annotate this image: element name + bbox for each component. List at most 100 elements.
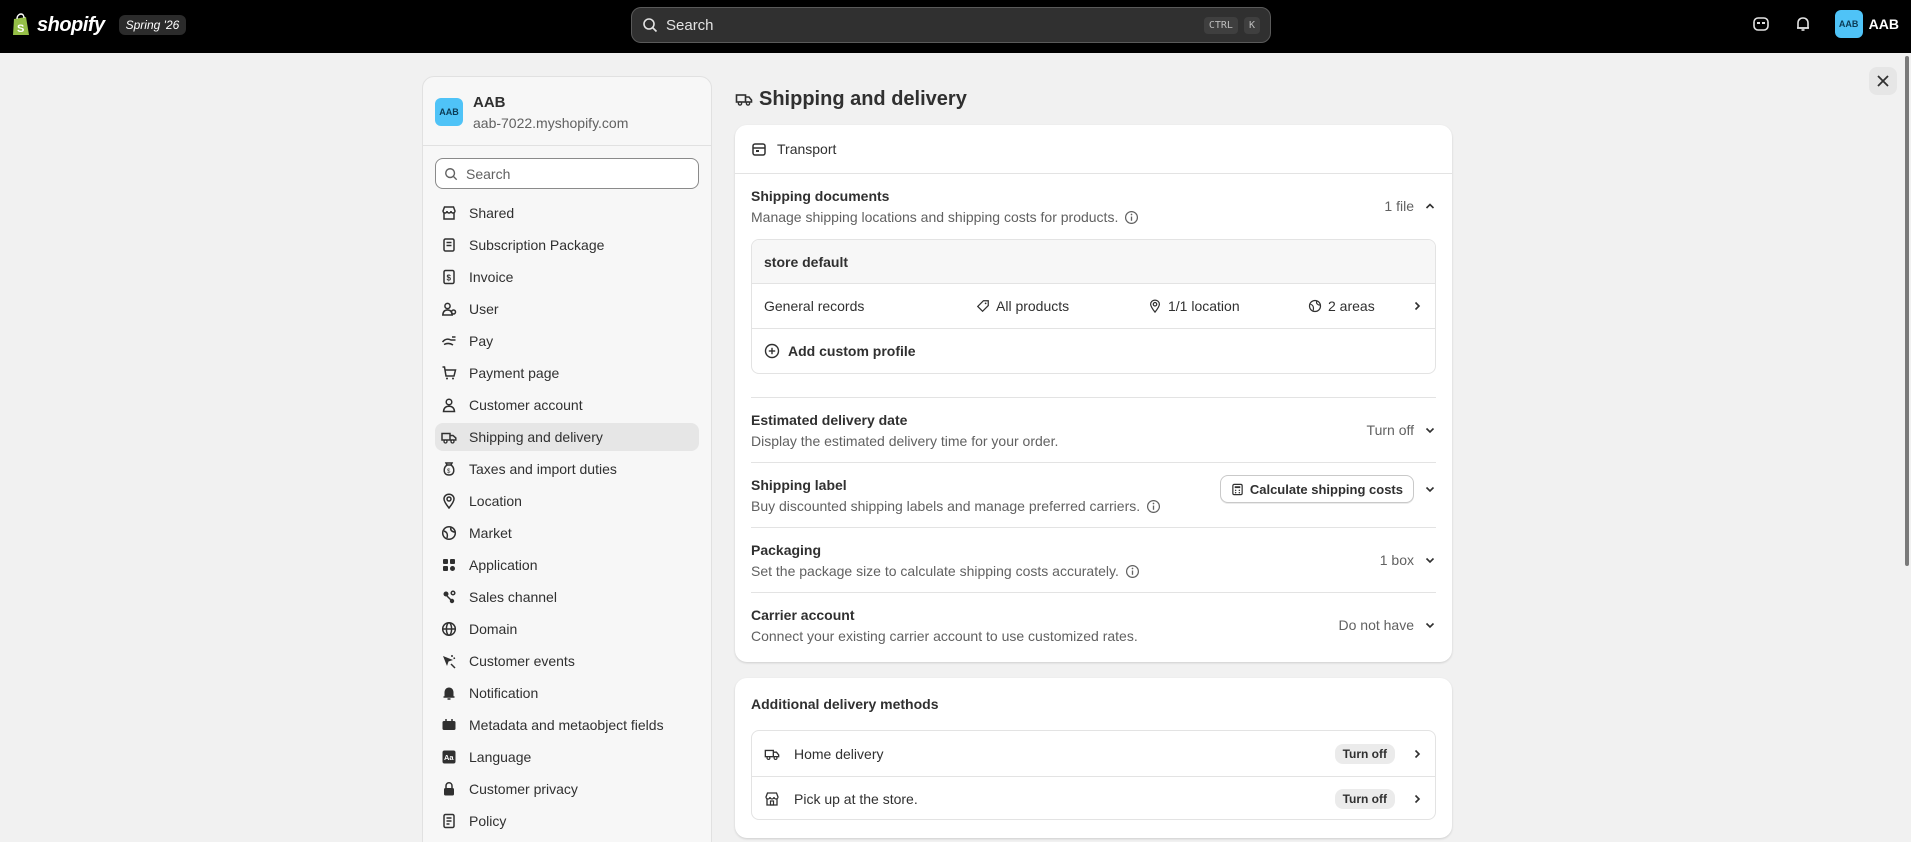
chevron-up-icon [1425, 203, 1435, 209]
sidebar-item-label: Language [469, 749, 532, 765]
packaging-section[interactable]: Packaging Set the package size to calcul… [751, 542, 1436, 579]
chevron-down-icon [1425, 557, 1435, 564]
sidebar-item-policy[interactable]: Policy [435, 807, 699, 835]
shipping-documents-desc-row: Manage shipping locations and shipping c… [751, 209, 1436, 225]
store-domain: aab-7022.myshopify.com [473, 114, 629, 131]
info-icon[interactable] [1124, 210, 1139, 225]
shipping-label-actions: Calculate shipping costs [1219, 475, 1436, 503]
status-badge: Turn off [1334, 743, 1395, 764]
products-cell: All products [976, 298, 1148, 314]
sidebar-item-subscription-package[interactable]: Subscription Package [435, 231, 699, 259]
calculator-icon [1232, 483, 1243, 495]
user-label: AAB [1868, 16, 1899, 32]
store-pickup-right: Turn off [1334, 789, 1423, 809]
edition-badge[interactable]: Spring '26 [118, 15, 187, 35]
close-button[interactable] [1869, 67, 1897, 95]
user-menu[interactable]: AAB AAB [1834, 10, 1899, 38]
bell-icon [441, 685, 457, 701]
chevron-right-icon [1414, 301, 1421, 311]
location-icon [1150, 299, 1160, 313]
sidebar-item-domain[interactable]: Domain [435, 615, 699, 643]
globe-icon [441, 525, 457, 541]
sidebar-item-label: Customer privacy [469, 781, 578, 797]
logo-text: shopify [37, 13, 105, 36]
sidebar-item-language[interactable]: Aa Language [435, 743, 699, 771]
carrier-account-toggle[interactable]: Do not have [1339, 617, 1437, 633]
transport-icon [752, 143, 766, 156]
shipping-label-section[interactable]: Shipping label Buy discounted shipping l… [751, 475, 1436, 514]
sidebar-item-label: Shipping and delivery [469, 429, 603, 445]
shipping-documents-title: Shipping documents [751, 188, 890, 204]
sidebar-item-sales-channel[interactable]: Sales channel [435, 583, 699, 611]
estimated-delivery-status: Turn off [1366, 422, 1414, 438]
sidebar-item-user[interactable]: User [435, 295, 699, 323]
sidebar-item-shipping-and-delivery[interactable]: Shipping and delivery [435, 423, 699, 451]
calculate-shipping-costs-button[interactable]: Calculate shipping costs [1219, 475, 1414, 503]
sidebar-item-label: Market [469, 525, 512, 541]
estimated-delivery-section[interactable]: Estimated delivery date Display the esti… [751, 412, 1436, 449]
sidebar-item-label: Customer events [469, 653, 575, 669]
home-delivery-row[interactable]: Home delivery Turn off [752, 731, 1435, 776]
sidebar-item-metadata-and-metaobject-fields[interactable]: Metadata and metaobject fields [435, 711, 699, 739]
shipping-documents-toggle[interactable]: 1 file [1384, 198, 1436, 214]
chevron-down-icon [1425, 427, 1435, 434]
store-header[interactable]: AAB AAB aab-7022.myshopify.com [423, 77, 711, 146]
global-search[interactable]: Search CTRL K [631, 7, 1271, 43]
additional-delivery-card: Additional delivery methods Home deliver… [735, 678, 1452, 838]
add-custom-profile-button[interactable]: Add custom profile [752, 329, 1435, 373]
globe-icon [1308, 299, 1322, 313]
sidekick-icon[interactable] [1751, 14, 1771, 34]
transport-header: Transport [735, 125, 1452, 174]
sidebar-item-label: Policy [469, 813, 507, 829]
language-icon: Aa [441, 749, 457, 765]
chevron-down-icon[interactable] [1424, 483, 1436, 495]
scrollbar-thumb[interactable] [1905, 56, 1909, 566]
sidebar-item-invoice[interactable]: $ Invoice [435, 263, 699, 291]
general-records-row[interactable]: General records All products 1/1 locatio… [752, 284, 1435, 329]
plan-icon [441, 237, 457, 253]
divider [751, 462, 1436, 463]
packaging-toggle[interactable]: 1 box [1380, 552, 1436, 568]
store-pickup-row[interactable]: Pick up at the store. Turn off [752, 776, 1435, 821]
settings-search-input[interactable]: Search [435, 158, 699, 189]
domain-icon [441, 621, 457, 637]
avatar: AAB [1834, 10, 1863, 38]
sidebar-item-payment-page[interactable]: Payment page [435, 359, 699, 387]
estimated-delivery-desc: Display the estimated delivery time for … [751, 433, 1059, 449]
transport-card: Transport Shipping documents Manage ship… [735, 125, 1452, 662]
top-actions: AAB AAB [1751, 10, 1899, 38]
bell-icon[interactable] [1793, 14, 1813, 34]
info-icon[interactable] [1146, 499, 1161, 514]
divider [751, 397, 1436, 398]
sidebar-item-pay[interactable]: Pay [435, 327, 699, 355]
shipping-documents-section[interactable]: Shipping documents Manage shipping locat… [751, 188, 1436, 225]
products-text: All products [996, 298, 1070, 314]
info-icon[interactable] [1125, 564, 1140, 579]
sidebar-item-label: Location [469, 493, 522, 509]
payment-icon [441, 333, 457, 349]
sidebar-item-customer-events[interactable]: Customer events [435, 647, 699, 675]
sidebar-item-application[interactable]: Application [435, 551, 699, 579]
sidebar-item-notification[interactable]: Notification [435, 679, 699, 707]
estimated-delivery-toggle[interactable]: Turn off [1367, 422, 1436, 438]
sidebar-item-customer-privacy[interactable]: Customer privacy [435, 775, 699, 803]
carrier-account-section[interactable]: Carrier account Connect your existing ca… [751, 607, 1436, 644]
sidebar-item-shared[interactable]: Shared [435, 199, 699, 227]
shipping-label-desc: Buy discounted shipping labels and manag… [751, 498, 1141, 514]
sidebar-item-customer-account[interactable]: Customer account [435, 391, 699, 419]
add-custom-profile-label: Add custom profile [788, 343, 916, 359]
sidebar-item-taxes-and-import-duties[interactable]: $ Taxes and import duties [435, 455, 699, 483]
truck-icon [764, 749, 780, 760]
search-placeholder: Search [666, 16, 714, 34]
close-icon [1877, 75, 1889, 87]
shopify-logo[interactable]: S shopify Spring '26 [11, 13, 187, 37]
sidebar-item-location[interactable]: Location [435, 487, 699, 515]
lock-icon [441, 781, 457, 797]
svg-text:$: $ [447, 274, 452, 283]
svg-text:Aa: Aa [444, 753, 454, 762]
user-icon [441, 301, 457, 317]
cart-icon [441, 365, 457, 381]
page-title-text: Shipping and delivery [759, 87, 967, 110]
additional-delivery-title: Additional delivery methods [751, 696, 939, 712]
sidebar-item-market[interactable]: Market [435, 519, 699, 547]
